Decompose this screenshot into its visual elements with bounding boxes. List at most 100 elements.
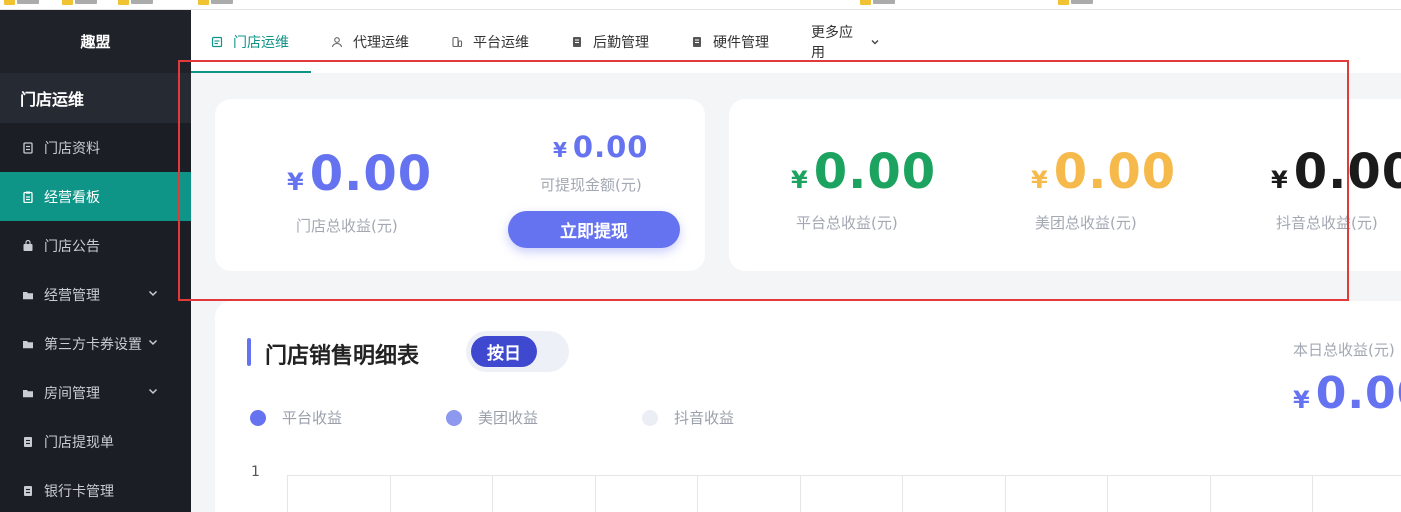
legend-label: 抖音收益 — [674, 409, 735, 427]
sales-chart-grid — [287, 475, 1401, 512]
currency-symbol: ¥ — [791, 166, 808, 194]
tab-agent-ops[interactable]: 代理运维 — [311, 10, 431, 73]
document-icon — [22, 485, 34, 497]
top-tabs: 门店运维 代理运维 平台运维 后勤管理 硬件管理 更多应用 — [191, 10, 1401, 73]
chevron-down-icon[interactable] — [147, 287, 159, 299]
sidebar-item-withdraw-orders[interactable]: 门店提现单 — [0, 417, 191, 466]
sidebar-item-label: 经营管理 — [44, 287, 100, 304]
withdrawable-label: 可提现金额(元) — [540, 176, 642, 194]
sidebar-item-bank-cards[interactable]: 银行卡管理 — [0, 466, 191, 512]
tab-label: 后勤管理 — [593, 34, 649, 51]
chevron-down-icon[interactable] — [147, 385, 159, 397]
legend-platform[interactable]: 平台收益 — [250, 407, 342, 428]
amount-value: 0.00 — [1053, 144, 1177, 200]
tab-more-apps[interactable]: 更多应用 — [791, 10, 901, 73]
title-accent-bar — [247, 338, 251, 366]
grid-line — [595, 476, 596, 512]
withdrawable-amount: ¥ 0.00 — [553, 130, 648, 164]
bookmark-item[interactable] — [118, 0, 153, 6]
sidebar-item-room-management[interactable]: 房间管理 — [0, 368, 191, 417]
sidebar-section-title[interactable]: 门店运维 — [0, 73, 191, 123]
platform-icon — [451, 36, 463, 48]
bookmark-item[interactable] — [860, 0, 895, 6]
grid-line — [1210, 476, 1211, 512]
grid-line — [390, 476, 391, 512]
y-axis-tick: 1 — [251, 464, 260, 480]
grid-line — [492, 476, 493, 512]
bookmark-item[interactable] — [198, 0, 233, 6]
douyin-total-amount: ¥ 0.00 — [1271, 144, 1401, 200]
legend-dot — [642, 409, 658, 426]
folder-icon — [22, 387, 34, 399]
book-icon — [571, 36, 583, 48]
document-icon — [22, 141, 34, 154]
sidebar-item-store-notice[interactable]: 门店公告 — [0, 221, 191, 270]
folder-icon — [860, 0, 871, 5]
meituan-total-amount: ¥ 0.00 — [1031, 144, 1176, 200]
folder-icon — [1058, 0, 1069, 5]
tab-platform-ops[interactable]: 平台运维 — [431, 10, 551, 73]
grid-line — [1005, 476, 1006, 512]
bookmark-item[interactable] — [1058, 0, 1093, 6]
folder-icon — [62, 0, 73, 5]
bookmark-item[interactable] — [4, 0, 39, 6]
by-day-button[interactable]: 按日 — [471, 336, 537, 367]
tab-label: 平台运维 — [473, 34, 529, 51]
platform-total-amount: ¥ 0.00 — [791, 144, 936, 200]
amount-value: 0.00 — [572, 130, 649, 164]
douyin-total-label: 抖音总收益(元) — [1276, 214, 1378, 232]
sales-table-title: 门店销售明细表 — [265, 344, 420, 369]
day-total-amount: ¥ 0.00 — [1293, 368, 1401, 419]
amount-value: 0.00 — [1315, 368, 1401, 419]
legend-meituan[interactable]: 美团收益 — [446, 407, 538, 428]
currency-symbol: ¥ — [1031, 166, 1048, 194]
store-total-amount: ¥ 0.00 — [287, 146, 432, 202]
amount-value: 0.00 — [1293, 144, 1401, 200]
currency-symbol: ¥ — [1293, 386, 1310, 414]
meituan-total-label: 美团总收益(元) — [1035, 214, 1137, 232]
store-icon — [211, 36, 223, 48]
folder-icon — [118, 0, 129, 5]
legend-dot — [250, 409, 266, 426]
tab-store-ops[interactable]: 门店运维 — [191, 10, 311, 73]
currency-symbol: ¥ — [1271, 166, 1288, 194]
legend-douyin[interactable]: 抖音收益 — [642, 407, 734, 428]
folder-icon — [22, 338, 34, 350]
bookmark-item[interactable] — [62, 0, 97, 6]
tab-label: 更多应用 — [811, 24, 853, 61]
platform-total-label: 平台总收益(元) — [796, 214, 898, 232]
document-icon — [22, 436, 34, 448]
grid-line — [1107, 476, 1108, 512]
amount-value: 0.00 — [309, 146, 433, 202]
sidebar-item-dashboard[interactable]: 经营看板 — [0, 172, 191, 221]
store-total-label: 门店总收益(元) — [296, 217, 398, 235]
sidebar-item-store-info[interactable]: 门店资料 — [0, 123, 191, 172]
grid-line — [1312, 476, 1313, 512]
sidebar-item-business-management[interactable]: 经营管理 — [0, 270, 191, 319]
tab-logistics[interactable]: 后勤管理 — [551, 10, 671, 73]
tab-label: 代理运维 — [353, 34, 409, 51]
folder-icon — [4, 0, 15, 5]
sidebar-item-label: 经营看板 — [44, 189, 100, 206]
currency-symbol: ¥ — [287, 168, 304, 196]
brand-logo: 趣盟 — [80, 33, 111, 51]
sidebar: 趣盟 门店运维 门店资料 经营看板 门店公告 经营管理 第三方卡券设置 房间管理… — [0, 10, 191, 512]
grid-line — [902, 476, 903, 512]
tab-hardware[interactable]: 硬件管理 — [671, 10, 791, 73]
currency-symbol: ¥ — [553, 138, 567, 162]
sidebar-item-label: 门店资料 — [44, 140, 100, 157]
amount-value: 0.00 — [813, 144, 937, 200]
withdraw-now-button[interactable]: 立即提现 — [508, 211, 680, 248]
clipboard-icon — [22, 191, 34, 203]
chevron-down-icon[interactable] — [147, 336, 159, 348]
sidebar-item-third-party-coupons[interactable]: 第三方卡券设置 — [0, 319, 191, 368]
folder-icon — [198, 0, 209, 5]
bag-icon — [22, 239, 34, 252]
tab-label: 硬件管理 — [713, 34, 769, 51]
folder-icon — [22, 289, 34, 301]
chevron-down-icon — [869, 36, 881, 48]
legend-dot — [446, 409, 462, 426]
sidebar-item-label: 第三方卡券设置 — [44, 336, 142, 353]
sidebar-item-label: 银行卡管理 — [44, 483, 114, 500]
legend-label: 平台收益 — [282, 409, 343, 427]
